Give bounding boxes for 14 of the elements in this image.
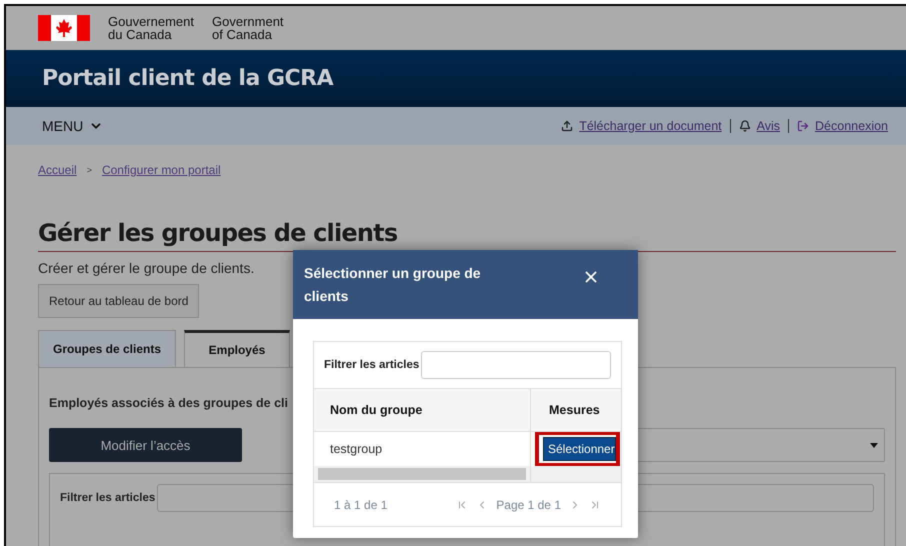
page-indicator: Page 1 de 1: [496, 498, 561, 512]
page-subtitle: Créer et gérer le groupe de clients.: [38, 260, 254, 276]
portal-title: Portail client de la GCRA: [42, 66, 334, 91]
filter-label: Filtrer les articles: [324, 359, 420, 371]
modal-title: Sélectionner un groupe de clients: [304, 264, 482, 306]
column-header: Nom du groupe: [314, 389, 530, 432]
breadcrumb-separator: >: [86, 165, 92, 175]
table-cell-text: testgroup: [329, 441, 384, 458]
filter-label: Filtrer les articles: [60, 492, 156, 504]
section-heading: Employés associés à des groupes de cli: [49, 396, 288, 410]
column-header: Mesures: [530, 389, 621, 432]
government-name: Gouvernement du Canada: [108, 15, 194, 41]
government-name: Government of Canada: [212, 15, 284, 41]
item-count: 1 à 1 de 1: [334, 498, 388, 512]
